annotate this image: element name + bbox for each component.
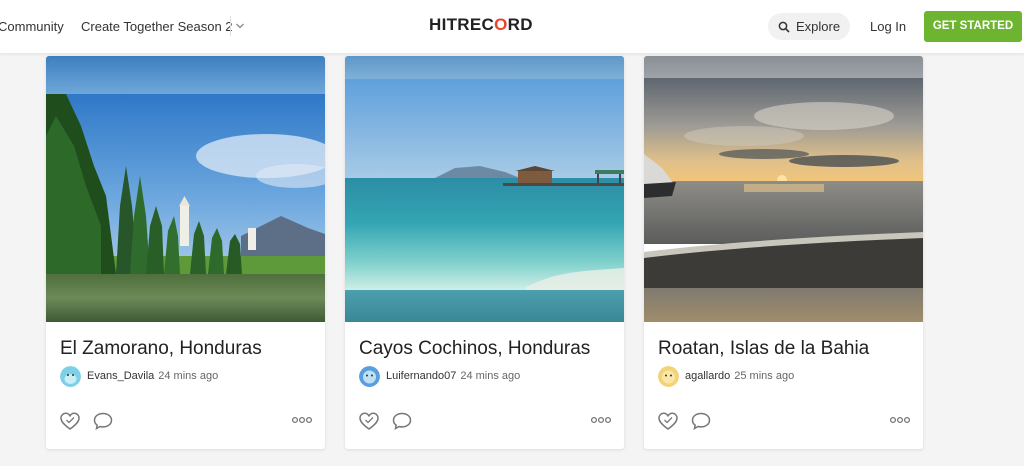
login-link[interactable]: Log In	[870, 19, 906, 34]
heart-icon[interactable]	[59, 411, 81, 431]
user-avatar[interactable]	[60, 366, 81, 387]
record-card: Cayos Cochinos, Honduras Luifernando07 24…	[345, 56, 624, 449]
comment-icon[interactable]	[391, 411, 413, 431]
top-navigation-bar: Community Create Together Season 2 HITRE…	[0, 0, 1024, 54]
nav-divider	[230, 16, 231, 36]
post-time: 25 mins ago	[734, 370, 795, 382]
nav-community-link[interactable]: Community	[0, 19, 64, 34]
card-title[interactable]: El Zamorano, Honduras	[60, 338, 262, 360]
post-time: 24 mins ago	[460, 370, 521, 382]
search-icon	[778, 21, 790, 33]
comment-icon[interactable]	[690, 411, 712, 431]
record-card: Roatan, Islas de la Bahia agallardo 25 mi…	[644, 56, 923, 449]
user-avatar[interactable]	[658, 366, 679, 387]
chevron-down-icon[interactable]	[235, 21, 245, 31]
comment-icon[interactable]	[92, 411, 114, 431]
post-time: 24 mins ago	[158, 370, 219, 382]
heart-icon[interactable]	[657, 411, 679, 431]
author-name[interactable]: Evans_Davila	[87, 370, 154, 382]
card-title[interactable]: Roatan, Islas de la Bahia	[658, 338, 869, 360]
card-thumbnail[interactable]	[46, 56, 325, 322]
explore-button[interactable]: Explore	[768, 13, 850, 40]
get-started-button[interactable]: GET STARTED	[924, 11, 1022, 42]
card-thumbnail[interactable]	[345, 56, 624, 322]
card-author[interactable]: Evans_Davila 24 mins ago	[87, 370, 218, 382]
author-name[interactable]: agallardo	[685, 370, 730, 382]
explore-label: Explore	[796, 19, 841, 34]
nav-create-together-link[interactable]: Create Together Season 2	[81, 19, 233, 34]
user-avatar[interactable]	[359, 366, 380, 387]
card-title[interactable]: Cayos Cochinos, Honduras	[359, 338, 590, 360]
more-options-icon[interactable]	[590, 415, 612, 425]
record-card: El Zamorano, Honduras Evans_Davila 24 min…	[46, 56, 325, 449]
heart-icon[interactable]	[358, 411, 380, 431]
card-author[interactable]: Luifernando07 24 mins ago	[386, 370, 520, 382]
card-author[interactable]: agallardo 25 mins ago	[685, 370, 794, 382]
card-thumbnail[interactable]	[644, 56, 923, 322]
more-options-icon[interactable]	[889, 415, 911, 425]
more-options-icon[interactable]	[291, 415, 313, 425]
author-name[interactable]: Luifernando07	[386, 370, 456, 382]
hitrecord-logo[interactable]: HITRECORD	[429, 15, 533, 35]
